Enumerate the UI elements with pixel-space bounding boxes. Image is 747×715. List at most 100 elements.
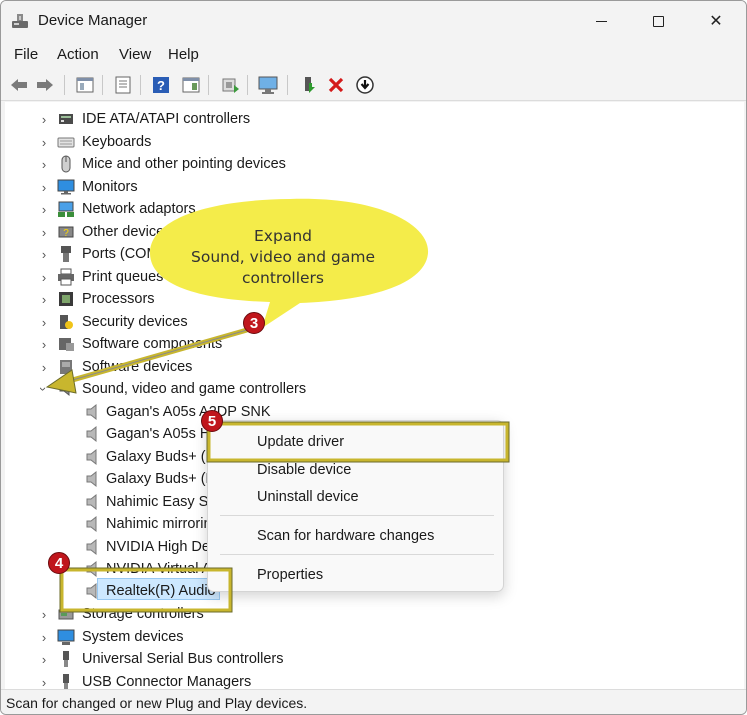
expand-chevron-icon[interactable]: › <box>38 266 50 288</box>
expand-chevron-icon[interactable]: › <box>38 648 50 670</box>
forward-icon <box>37 79 53 91</box>
tree-category-expanded[interactable]: › Sound, video and game controllers <box>5 378 705 400</box>
properties-button[interactable] <box>73 73 97 97</box>
keyboard-icon <box>57 137 75 148</box>
tree-category-label: System devices <box>82 629 184 645</box>
back-button[interactable] <box>7 73 31 97</box>
svg-text:?: ? <box>63 228 69 239</box>
network-adapter-icon <box>58 201 74 217</box>
context-properties[interactable]: Properties <box>257 567 323 583</box>
toolbar: ? <box>1 69 746 101</box>
expand-chevron-icon[interactable]: › <box>38 288 50 310</box>
add-driver-button[interactable] <box>297 73 321 97</box>
tree-category[interactable]: › Universal Serial Bus controllers <box>5 648 705 670</box>
tree-category-label: Network adaptors <box>82 201 196 217</box>
tree-category[interactable]: › System devices <box>5 626 705 648</box>
expand-chevron-icon[interactable]: › <box>38 198 50 220</box>
scan-hardware-button[interactable] <box>256 73 280 97</box>
tree-category[interactable]: › Security devices <box>5 311 705 333</box>
update-driver-icon <box>222 78 239 93</box>
status-bar: Scan for changed or new Plug and Play de… <box>1 689 746 714</box>
expand-chevron-icon[interactable]: › <box>38 603 50 625</box>
expand-chevron-icon[interactable]: › <box>38 131 50 153</box>
step-4-badge: 4 <box>48 552 70 574</box>
disable-icon <box>356 76 374 94</box>
tree-device-label: NVIDIA High Def <box>106 539 214 555</box>
callout-text: Expand Sound, video and game controllers <box>148 226 418 289</box>
tree-category[interactable]: › Software components <box>5 333 705 355</box>
back-icon <box>11 79 27 91</box>
tree-category[interactable]: › Storage controllers <box>5 603 705 625</box>
title-bar: Device Manager ✕ <box>1 1 746 41</box>
show-hidden-button[interactable] <box>111 73 135 97</box>
maximize-icon <box>652 15 664 27</box>
printer-icon <box>58 268 74 286</box>
device-manager-app-icon <box>12 14 28 28</box>
status-text: Scan for changed or new Plug and Play de… <box>6 695 308 711</box>
speaker-icon <box>86 493 97 511</box>
tree-category[interactable]: › IDE ATA/ATAPI controllers <box>5 108 705 130</box>
tree-device-label: Nahimic mirrorin <box>106 516 212 532</box>
context-update-driver[interactable]: Update driver <box>257 434 344 450</box>
processor-icon <box>59 292 73 306</box>
context-scan-hardware[interactable]: Scan for hardware changes <box>257 528 434 544</box>
tree-category-label: Monitors <box>82 179 138 195</box>
speaker-icon <box>86 582 97 600</box>
expand-chevron-icon[interactable]: › <box>38 108 50 130</box>
menu-file[interactable]: File <box>14 46 38 63</box>
context-separator <box>220 554 494 555</box>
speaker-icon <box>86 403 97 421</box>
expand-chevron-icon[interactable]: › <box>38 221 50 243</box>
device-tree[interactable]: › IDE ATA/ATAPI controllers › Keyboards … <box>5 102 744 689</box>
other-devices-icon: ? <box>58 226 74 239</box>
disable-button[interactable] <box>353 73 377 97</box>
mouse-icon <box>61 155 71 173</box>
expand-chevron-icon[interactable]: › <box>38 626 50 648</box>
tree-category[interactable]: › Software devices <box>5 356 705 378</box>
expand-chevron-icon[interactable]: › <box>38 153 50 175</box>
tree-category-label: Keyboards <box>82 134 152 150</box>
maximize-button[interactable] <box>635 1 681 41</box>
update-driver-button[interactable] <box>218 73 242 97</box>
tree-category[interactable]: › Network adaptors <box>5 198 705 220</box>
minimize-button[interactable] <box>578 1 624 41</box>
tree-category[interactable]: › Keyboards <box>5 131 705 153</box>
forward-button[interactable] <box>33 73 57 97</box>
menu-help[interactable]: Help <box>168 46 199 63</box>
properties-icon <box>76 77 94 93</box>
expand-chevron-icon[interactable]: › <box>38 356 50 378</box>
callout-line-1: Expand <box>254 227 312 245</box>
collapse-chevron-icon[interactable]: › <box>33 383 55 395</box>
uninstall-button[interactable] <box>324 73 348 97</box>
expand-chevron-icon[interactable]: › <box>38 333 50 355</box>
add-driver-icon <box>305 77 315 93</box>
tree-category[interactable]: › Processors <box>5 288 705 310</box>
expand-chevron-icon[interactable]: › <box>38 243 50 265</box>
security-device-icon <box>60 315 73 329</box>
close-button[interactable]: ✕ <box>693 1 739 41</box>
menu-view[interactable]: View <box>119 46 151 63</box>
svg-text:?: ? <box>157 78 165 93</box>
help-button[interactable]: ? <box>149 73 173 97</box>
expand-chevron-icon[interactable]: › <box>38 671 50 690</box>
menu-bar: File Action View Help <box>1 41 746 69</box>
close-icon: ✕ <box>709 13 723 30</box>
context-uninstall-device[interactable]: Uninstall device <box>257 489 359 505</box>
expand-chevron-icon[interactable]: › <box>38 311 50 333</box>
tree-category[interactable]: › Monitors <box>5 176 705 198</box>
tree-device-label: Galaxy Buds+ (D <box>106 471 217 487</box>
speaker-icon <box>86 425 97 443</box>
speaker-icon <box>86 560 97 578</box>
uninstall-icon <box>328 77 344 93</box>
tree-category[interactable]: › USB Connector Managers <box>5 671 705 689</box>
context-disable-device[interactable]: Disable device <box>257 462 351 478</box>
expand-chevron-icon[interactable]: › <box>38 176 50 198</box>
speaker-icon <box>86 448 97 466</box>
tree-category[interactable]: › Mice and other pointing devices <box>5 153 705 175</box>
tree-device-label: Realtek(R) Audio <box>106 583 216 599</box>
view-button[interactable] <box>179 73 203 97</box>
storage-icon <box>58 609 74 620</box>
show-hidden-icon <box>115 76 131 94</box>
menu-action[interactable]: Action <box>57 46 99 63</box>
scan-hardware-icon <box>258 76 278 94</box>
